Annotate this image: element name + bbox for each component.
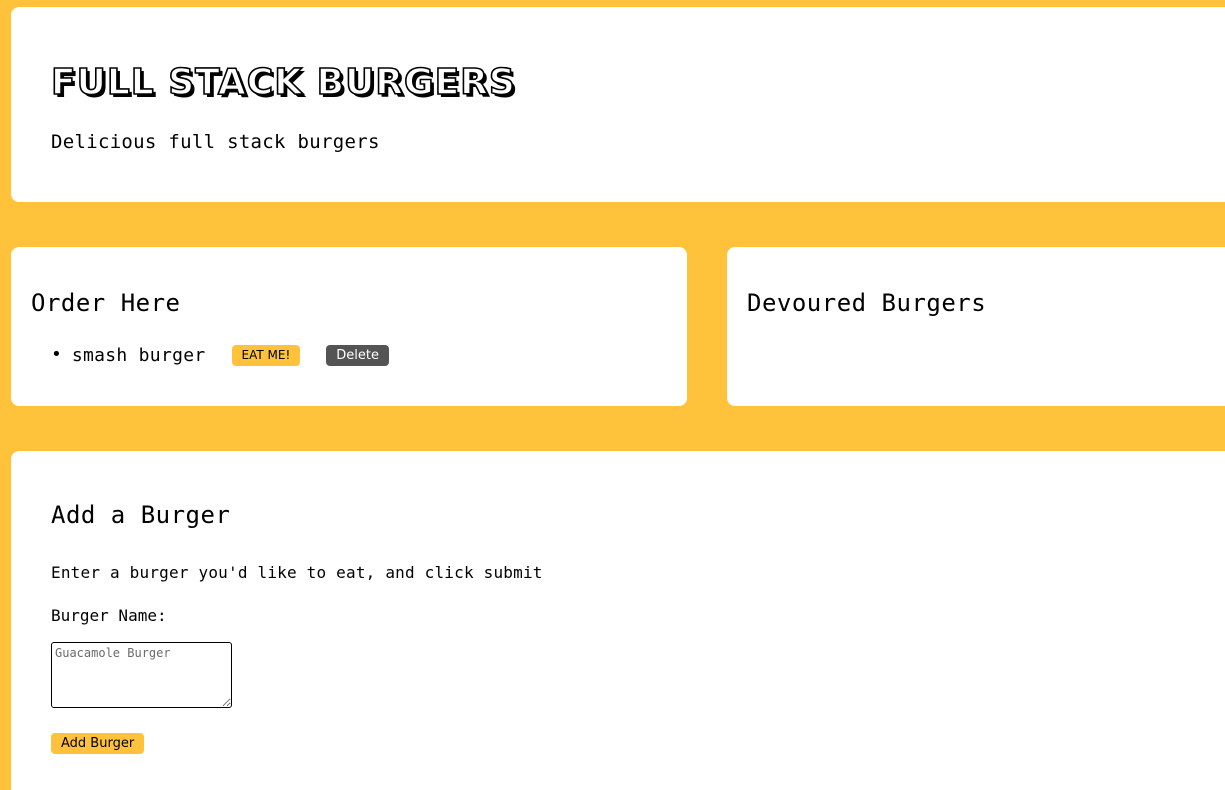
- page-subtitle: Delicious full stack burgers: [51, 131, 380, 153]
- order-card: Order Here • smash burger EAT ME! Delete: [11, 247, 687, 406]
- add-burger-button[interactable]: Add Burger: [51, 733, 145, 754]
- add-burger-card: Add a Burger Enter a burger you'd like t…: [11, 451, 1225, 790]
- order-title: Order Here: [31, 289, 181, 317]
- bullet-icon: •: [51, 344, 62, 365]
- delete-button[interactable]: Delete: [326, 344, 389, 366]
- eat-me-button[interactable]: EAT ME!: [231, 344, 301, 366]
- devoured-title: Devoured Burgers: [747, 289, 987, 317]
- page: FULL STACK BURGERS Delicious full stack …: [0, 0, 1225, 790]
- header-card: FULL STACK BURGERS Delicious full stack …: [11, 7, 1225, 202]
- add-burger-title: Add a Burger: [51, 501, 231, 529]
- burger-name-input[interactable]: [51, 642, 232, 708]
- burger-name-label: Burger Name:: [51, 606, 167, 625]
- list-item: • smash burger EAT ME! Delete: [51, 343, 687, 367]
- burger-name: smash burger: [71, 344, 206, 366]
- devoured-card: Devoured Burgers: [727, 247, 1225, 406]
- add-burger-description: Enter a burger you'd like to eat, and cl…: [51, 563, 543, 582]
- page-title: FULL STACK BURGERS: [50, 62, 516, 103]
- order-list: • smash burger EAT ME! Delete: [31, 343, 687, 367]
